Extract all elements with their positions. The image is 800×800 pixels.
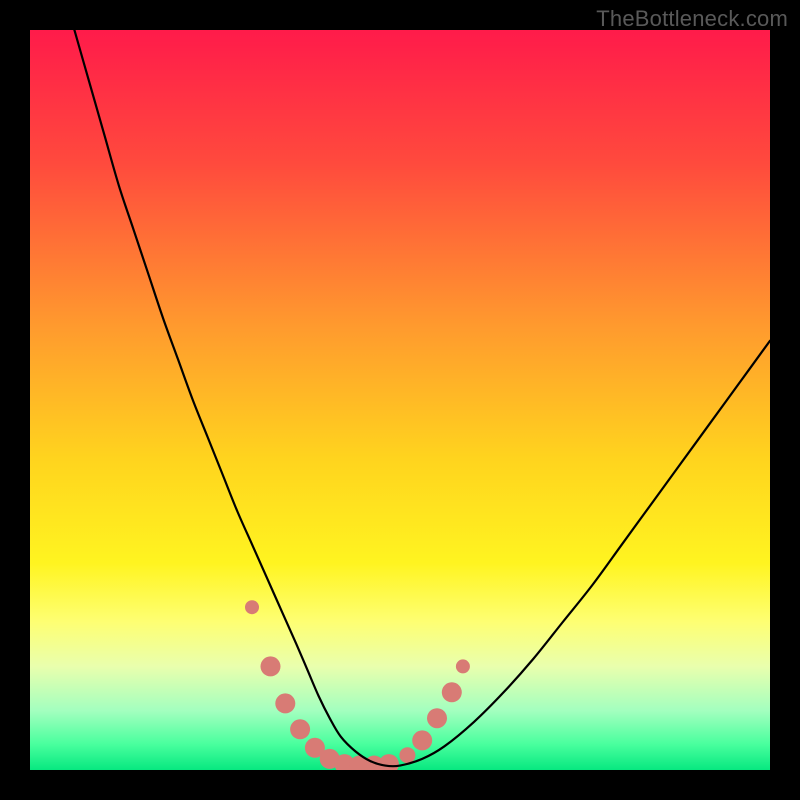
highlight-dot — [290, 719, 310, 739]
highlight-dot — [261, 656, 281, 676]
highlight-dot — [427, 708, 447, 728]
bottleneck-curve — [74, 30, 770, 766]
highlight-dot — [442, 682, 462, 702]
highlight-dot — [399, 747, 415, 763]
highlight-dot — [379, 754, 399, 770]
highlight-dot — [456, 659, 470, 673]
chart-frame: TheBottleneck.com — [0, 0, 800, 800]
highlight-dots — [245, 600, 470, 770]
watermark-text: TheBottleneck.com — [596, 6, 788, 32]
highlight-dot — [275, 693, 295, 713]
highlight-dot — [412, 730, 432, 750]
plot-area — [30, 30, 770, 770]
highlight-dot — [245, 600, 259, 614]
curve-layer — [30, 30, 770, 770]
